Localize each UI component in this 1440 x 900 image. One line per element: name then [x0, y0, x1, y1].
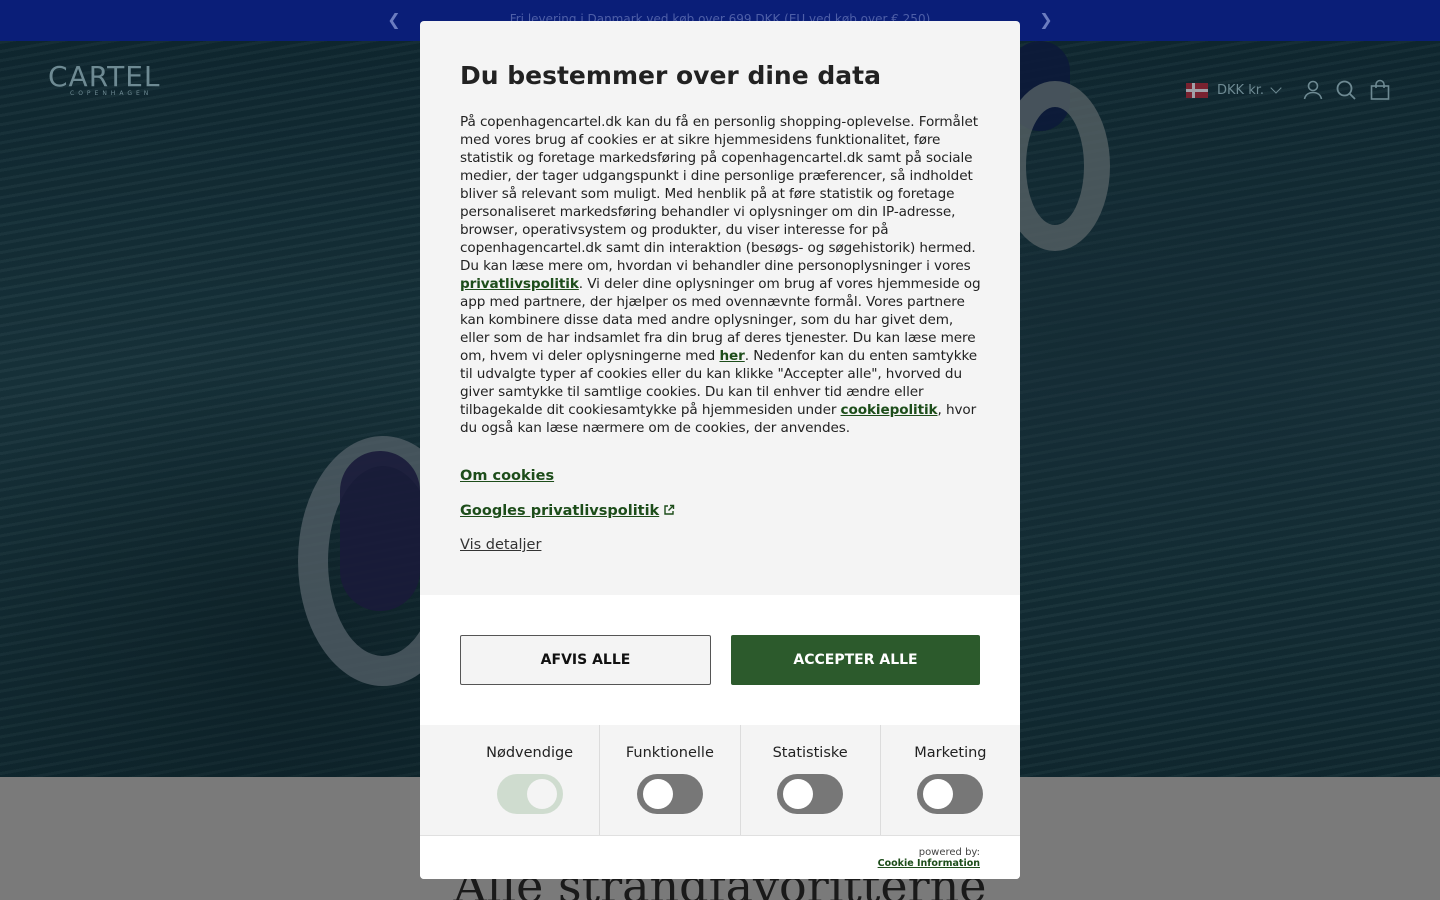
search-icon[interactable]: [1334, 78, 1358, 102]
toggle-marketing: Marketing: [881, 725, 1020, 835]
switch-knob: [526, 779, 557, 809]
toggle-label: Marketing: [914, 745, 987, 761]
chevron-down-icon: [1270, 82, 1282, 94]
chevron-right-icon[interactable]: ❯: [1036, 9, 1056, 31]
site-logo[interactable]: CARTEL COPENHAGEN: [48, 60, 161, 97]
dialog-body-text: På copenhagencartel.dk kan du få en pers…: [460, 113, 982, 437]
cookie-consent-dialog: Du bestemmer over dine data På copenhage…: [420, 21, 1020, 879]
currency-label: DKK kr.: [1217, 82, 1265, 98]
body-text-part: På copenhagencartel.dk kan du få en pers…: [460, 114, 978, 274]
reject-all-button[interactable]: AFVIS ALLE: [460, 635, 711, 685]
toggle-necessary: Nødvendige: [460, 725, 601, 835]
partners-link[interactable]: her: [719, 348, 744, 364]
consent-toggles: Nødvendige Funktionelle Statistiske Mark…: [460, 725, 1020, 835]
bag-icon[interactable]: [1368, 78, 1392, 102]
dialog-footer: powered by: Cookie Information: [420, 835, 1020, 879]
privacy-policy-link[interactable]: privatlivspolitik: [460, 276, 579, 292]
accept-all-button[interactable]: ACCEPTER ALLE: [731, 635, 980, 685]
powered-by-label: powered by:: [918, 847, 980, 858]
denmark-flag-icon: [1186, 82, 1208, 98]
hero-figure-left: [340, 451, 420, 611]
logo-subtitle: COPENHAGEN: [70, 90, 153, 97]
switch-knob: [642, 779, 673, 809]
account-icon[interactable]: [1301, 78, 1325, 102]
statistics-switch[interactable]: [777, 774, 844, 814]
toggle-statistics: Statistiske: [741, 725, 881, 835]
logo-wordmark: CARTEL: [48, 60, 161, 93]
cookie-information-link[interactable]: Cookie Information: [878, 858, 980, 869]
google-privacy-link[interactable]: Googles privatlivspolitik: [460, 503, 675, 519]
necessary-switch: [496, 774, 563, 814]
dialog-button-area: AFVIS ALLE ACCEPTER ALLE: [420, 595, 1020, 725]
toggle-functional: Funktionelle: [600, 725, 741, 835]
toggle-label: Nødvendige: [486, 745, 574, 761]
currency-selector[interactable]: DKK kr.: [1186, 78, 1282, 102]
toggle-label: Funktionelle: [625, 745, 714, 761]
toggle-label: Statistiske: [772, 745, 848, 761]
switch-knob: [923, 779, 954, 809]
dialog-title: Du bestemmer over dine data: [460, 61, 881, 90]
about-cookies-link[interactable]: Om cookies: [460, 468, 554, 484]
show-details-link[interactable]: Vis detaljer: [460, 537, 541, 553]
marketing-switch[interactable]: [917, 774, 984, 814]
external-link-icon: [664, 504, 675, 515]
switch-knob: [783, 779, 814, 809]
cookie-policy-link[interactable]: cookiepolitik: [841, 402, 938, 418]
google-privacy-label: Googles privatlivspolitik: [460, 503, 660, 519]
functional-switch[interactable]: [636, 774, 703, 814]
